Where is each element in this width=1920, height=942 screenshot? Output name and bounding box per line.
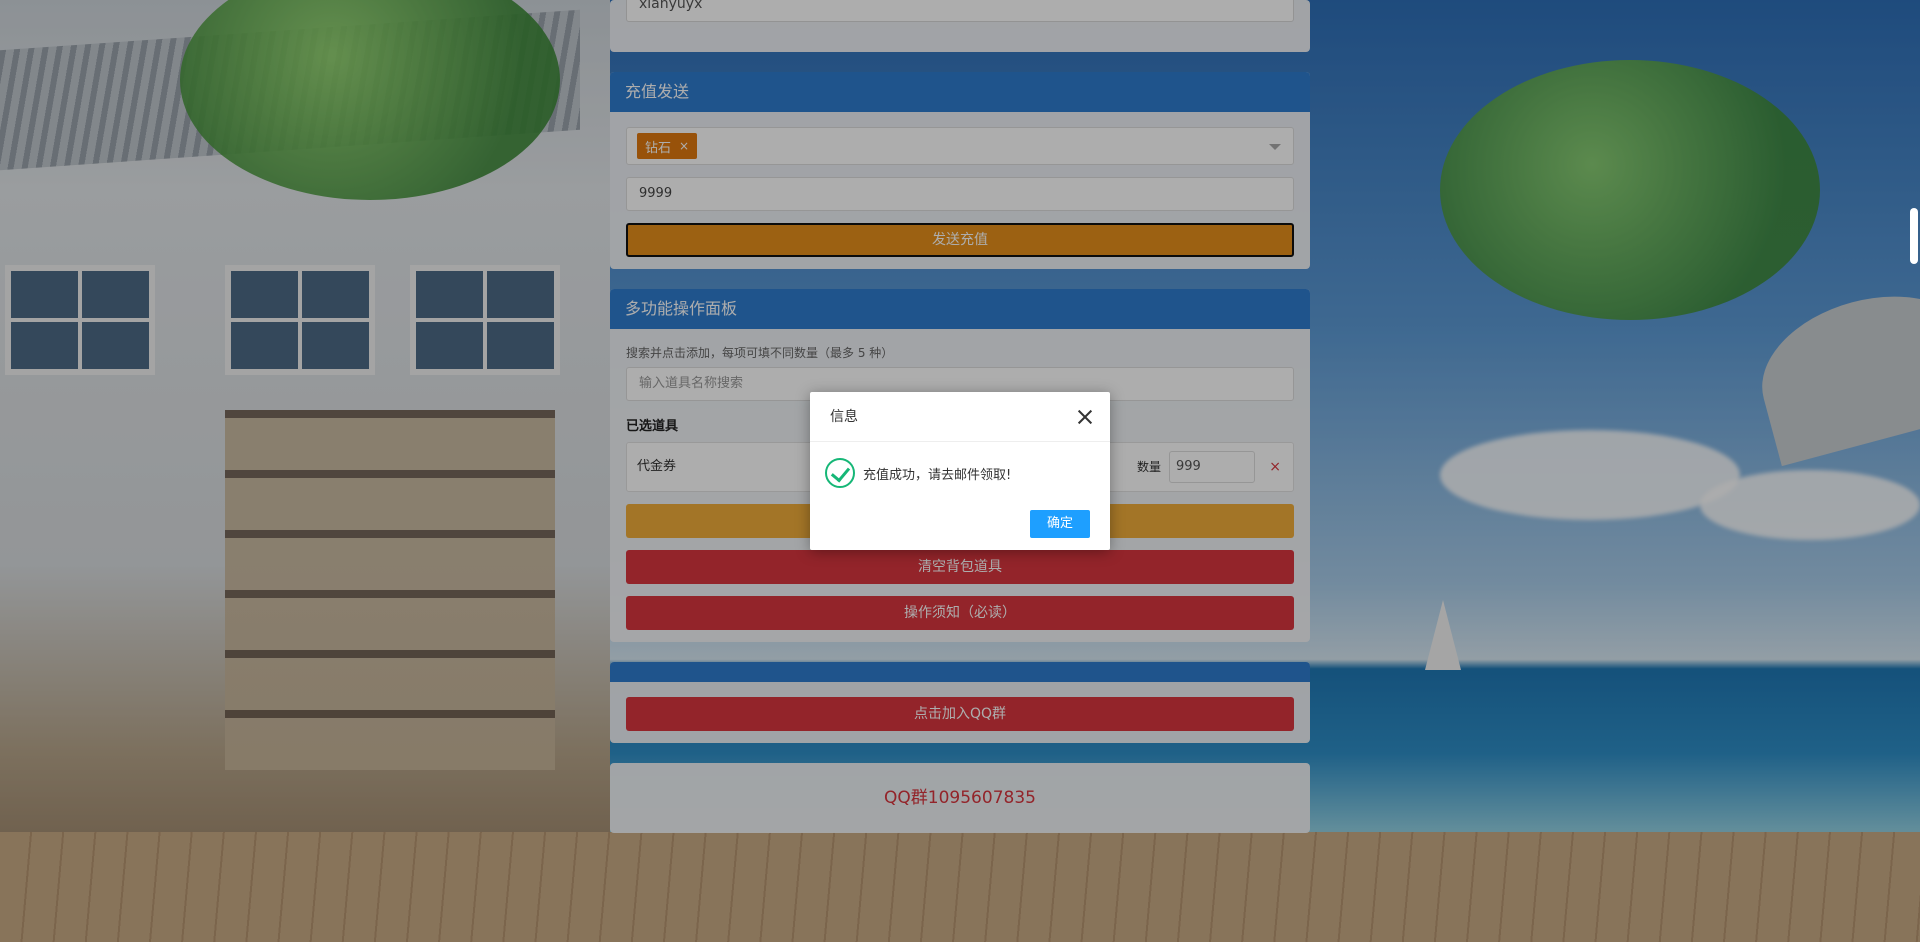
success-check-icon bbox=[825, 458, 855, 488]
dialog-title: 信息 bbox=[830, 409, 858, 425]
scrollbar-thumb[interactable] bbox=[1910, 208, 1918, 264]
info-dialog: 信息 充值成功，请去邮件领取! 确定 bbox=[810, 392, 1110, 550]
dialog-header: 信息 bbox=[810, 392, 1110, 442]
close-icon[interactable] bbox=[1076, 408, 1094, 426]
dialog-body: 充值成功，请去邮件领取! bbox=[810, 442, 1110, 488]
dialog-message: 充值成功，请去邮件领取! bbox=[863, 467, 1012, 483]
dialog-ok-button[interactable]: 确定 bbox=[1030, 510, 1090, 538]
